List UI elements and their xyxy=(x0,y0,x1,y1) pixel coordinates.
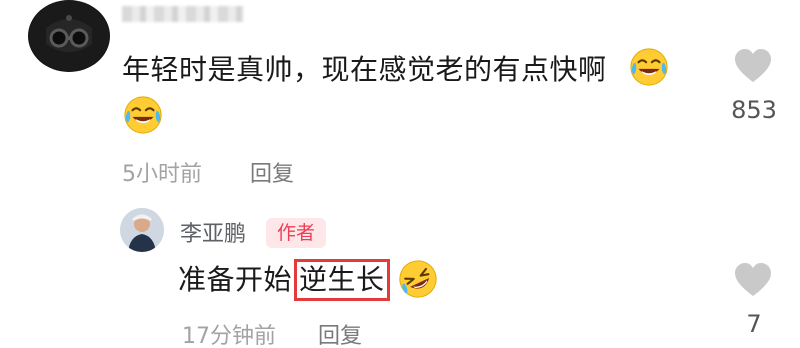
like-heart-icon[interactable] xyxy=(733,48,773,84)
comment-timestamp: 5小时前 xyxy=(122,162,202,187)
rolling-laughing-emoji-icon xyxy=(396,258,440,300)
author-badge: 作者 xyxy=(266,218,326,248)
commenter-username-blurred[interactable] xyxy=(122,6,244,22)
author-avatar[interactable] xyxy=(120,208,164,252)
laughing-tears-emoji-icon xyxy=(121,94,165,136)
laughing-tears-emoji-icon xyxy=(628,46,670,88)
reply-text-prefix: 准备开始 xyxy=(178,263,293,296)
reply-button[interactable]: 回复 xyxy=(318,318,362,348)
like-count: 7 xyxy=(746,310,762,338)
commenter-avatar[interactable] xyxy=(28,0,110,72)
reply-timestamp: 17分钟前 xyxy=(182,324,276,348)
comment-text: 年轻时是真帅，现在感觉老的有点快啊 xyxy=(122,53,607,86)
reply-text: 准备开始 逆生长 xyxy=(178,258,390,301)
highlighted-phrase: 逆生长 xyxy=(294,259,390,301)
reply-button[interactable]: 回复 xyxy=(250,156,294,188)
like-count: 853 xyxy=(731,96,777,124)
reply-username[interactable]: 李亚鹏 xyxy=(180,216,246,248)
like-heart-icon[interactable] xyxy=(733,262,773,298)
